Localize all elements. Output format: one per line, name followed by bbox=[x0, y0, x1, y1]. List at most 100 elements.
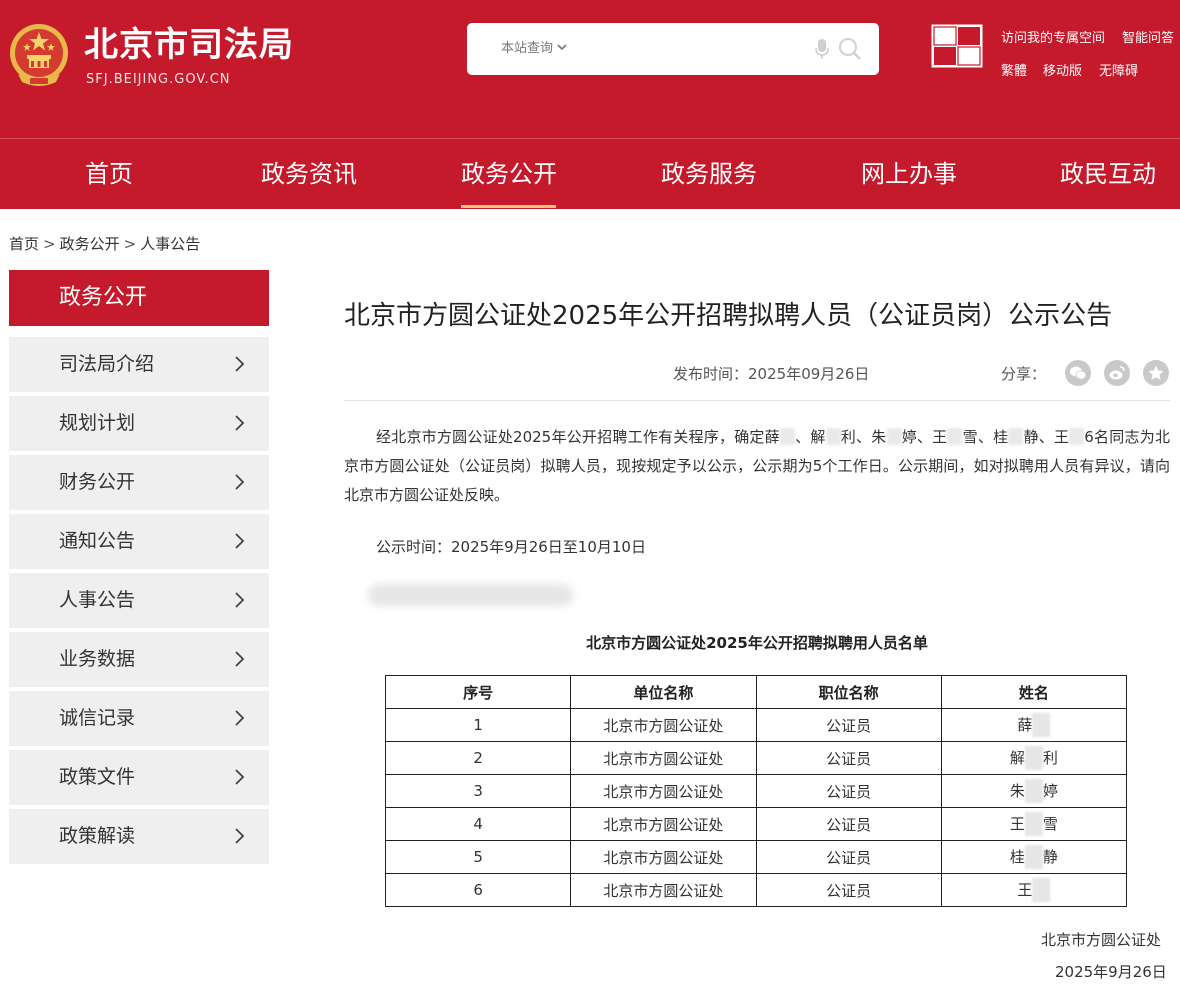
breadcrumb-section[interactable]: 政务公开 bbox=[60, 235, 120, 253]
para-text: 经北京市方圆公证处2025年公开招聘工作有关程序，确定薛 bbox=[376, 428, 780, 446]
nav-active-indicator bbox=[461, 205, 556, 208]
cell-name: 薛 bbox=[940, 708, 1128, 742]
chevron-right-icon bbox=[235, 533, 245, 549]
chevron-right-icon bbox=[235, 356, 245, 372]
search-icon[interactable] bbox=[838, 37, 862, 61]
cell-name: 解利 bbox=[940, 741, 1128, 775]
wechat-share-button[interactable] bbox=[1065, 360, 1091, 386]
site-title[interactable]: 北京市司法局 bbox=[84, 24, 294, 66]
para-text: 静、王 bbox=[1023, 428, 1070, 446]
nav-gov-services[interactable]: 政务服务 bbox=[661, 139, 757, 209]
cell-unit: 北京市方圆公证处 bbox=[570, 741, 757, 775]
article-divider bbox=[344, 400, 1170, 401]
redacted-name bbox=[1024, 812, 1043, 836]
sidebar-item-bureau-intro[interactable]: 司法局介绍 bbox=[9, 337, 269, 392]
sidebar-item-notices[interactable]: 通知公告 bbox=[9, 514, 269, 569]
cell-index: 1 bbox=[384, 708, 572, 742]
search-input[interactable]: 本站查询 bbox=[467, 23, 879, 75]
weibo-share-button[interactable] bbox=[1104, 360, 1130, 386]
national-emblem-icon bbox=[10, 24, 68, 86]
mobile-version-link[interactable]: 移动版 bbox=[1043, 63, 1082, 81]
capital-window-logo-icon[interactable] bbox=[929, 22, 985, 80]
search-scope-label: 本站查询 bbox=[501, 41, 554, 56]
table-header-row: 序号 单位名称 职位名称 姓名 bbox=[384, 675, 1128, 709]
breadcrumb-current[interactable]: 人事公告 bbox=[140, 235, 200, 253]
share-label: 分享： bbox=[1001, 365, 1047, 383]
table-row: 2 北京市方圆公证处 公证员 解利 bbox=[384, 741, 1128, 775]
cell-position: 公证员 bbox=[755, 873, 942, 907]
traditional-chinese-link[interactable]: 繁體 bbox=[1001, 63, 1027, 81]
name-part: 王 bbox=[1009, 815, 1025, 833]
cell-position: 公证员 bbox=[755, 840, 942, 874]
favorite-icon bbox=[1148, 365, 1164, 380]
smart-qa-link[interactable]: 智能问答 bbox=[1122, 30, 1174, 48]
sidebar-item-planning[interactable]: 规划计划 bbox=[9, 396, 269, 451]
cell-unit: 北京市方圆公证处 bbox=[570, 774, 757, 808]
nav-home[interactable]: 首页 bbox=[85, 139, 133, 209]
sidebar-item-policy-docs[interactable]: 政策文件 bbox=[9, 750, 269, 805]
nav-gov-affairs-open[interactable]: 政务公开 bbox=[461, 139, 557, 209]
name-part: 利 bbox=[1042, 749, 1058, 767]
name-part: 静 bbox=[1042, 848, 1058, 866]
sidebar-item-policy-interpretation[interactable]: 政策解读 bbox=[9, 809, 269, 864]
para-text: 雪、桂 bbox=[962, 428, 1009, 446]
name-part: 雪 bbox=[1042, 815, 1058, 833]
redacted-name bbox=[1032, 878, 1051, 902]
chevron-right-icon bbox=[235, 710, 245, 726]
sidebar-item-label: 政策解读 bbox=[59, 825, 136, 847]
name-part: 薛 bbox=[1017, 716, 1033, 734]
cell-index: 4 bbox=[384, 807, 572, 841]
sidebar-item-label: 规划计划 bbox=[59, 412, 136, 434]
sidebar-item-credit-records[interactable]: 诚信记录 bbox=[9, 691, 269, 746]
redacted-line bbox=[368, 584, 573, 606]
cell-unit: 北京市方圆公证处 bbox=[570, 840, 757, 874]
cell-position: 公证员 bbox=[755, 741, 942, 775]
microphone-icon[interactable] bbox=[815, 38, 829, 60]
nav-online-services[interactable]: 网上办事 bbox=[861, 139, 957, 209]
sidebar-item-label: 通知公告 bbox=[59, 530, 136, 552]
cell-index: 5 bbox=[384, 840, 572, 874]
table-row: 4 北京市方圆公证处 公证员 王雪 bbox=[384, 807, 1128, 841]
sidebar-header: 政务公开 bbox=[9, 270, 269, 326]
search-scope-select[interactable]: 本站查询 bbox=[501, 40, 567, 58]
nav-gov-news[interactable]: 政务资讯 bbox=[261, 139, 357, 209]
redacted-text bbox=[947, 428, 963, 445]
chevron-right-icon bbox=[235, 415, 245, 431]
article-title: 北京市方圆公证处2025年公开招聘拟聘人员（公证员岗）公示公告 bbox=[344, 301, 1113, 331]
redacted-name bbox=[1024, 779, 1043, 803]
sidebar-item-label: 人事公告 bbox=[59, 589, 136, 611]
table-header-cell: 职位名称 bbox=[755, 675, 942, 709]
chevron-right-icon bbox=[235, 474, 245, 490]
cell-index: 2 bbox=[384, 741, 572, 775]
cell-unit: 北京市方圆公证处 bbox=[570, 873, 757, 907]
name-part: 王 bbox=[1017, 881, 1033, 899]
favorite-share-button[interactable] bbox=[1143, 360, 1169, 386]
redacted-name bbox=[1032, 713, 1051, 737]
sidebar-item-business-data[interactable]: 业务数据 bbox=[9, 632, 269, 687]
name-part: 解 bbox=[1009, 749, 1025, 767]
redacted-name bbox=[1024, 746, 1043, 770]
cell-name: 王 bbox=[940, 873, 1128, 907]
accessibility-link[interactable]: 无障碍 bbox=[1099, 63, 1138, 81]
article-paragraph: 经北京市方圆公证处2025年公开招聘工作有关程序，确定薛 、解 利、朱 婷、王 雪、桂静… bbox=[344, 423, 1170, 510]
redacted-text bbox=[779, 428, 795, 445]
sidebar-item-finance[interactable]: 财务公开 bbox=[9, 455, 269, 510]
sidebar-item-label: 诚信记录 bbox=[59, 707, 136, 729]
para-text: 、解 bbox=[794, 428, 826, 446]
my-space-link[interactable]: 访问我的专属空间 bbox=[1001, 30, 1105, 48]
breadcrumb-home[interactable]: 首页 bbox=[9, 235, 39, 253]
nav-interaction[interactable]: 政民互动 bbox=[1060, 139, 1156, 209]
table-row: 3 北京市方圆公证处 公证员 朱婷 bbox=[384, 774, 1128, 808]
publish-date-label: 发布时间： bbox=[673, 365, 749, 383]
main-nav: 首页 政务资讯 政务公开 政务服务 网上办事 政民互动 bbox=[0, 139, 1180, 209]
cell-position: 公证员 bbox=[755, 807, 942, 841]
sidebar-item-personnel[interactable]: 人事公告 bbox=[9, 573, 269, 628]
breadcrumb-separator: > bbox=[123, 235, 137, 253]
publish-date: 发布时间：2025年09月26日 bbox=[673, 364, 869, 384]
signature-organization: 北京市方圆公证处 bbox=[1041, 931, 1162, 949]
chevron-right-icon bbox=[235, 651, 245, 667]
chevron-down-icon bbox=[557, 44, 567, 51]
name-part: 婷 bbox=[1042, 782, 1058, 800]
table-header-cell: 序号 bbox=[384, 675, 572, 709]
chevron-right-icon bbox=[235, 592, 245, 608]
